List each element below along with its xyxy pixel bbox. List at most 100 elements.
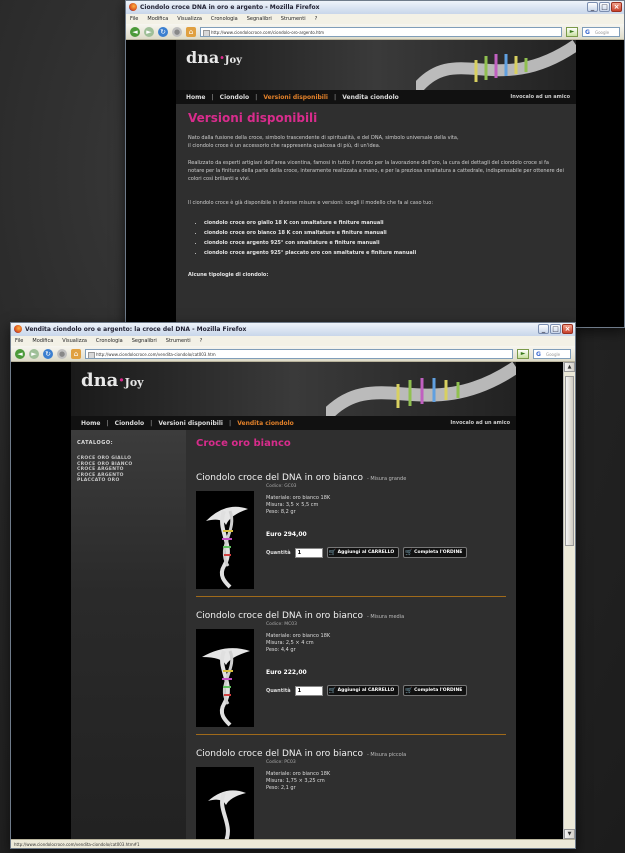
minimize-icon[interactable]: _ — [538, 324, 549, 334]
invite-friend-link[interactable]: Invocalo ad un amico — [510, 94, 570, 100]
product-weight: Peso: 4,4 gr — [266, 647, 296, 653]
product-card: Ciondolo croce del DNA in oro bianco - Mi… — [196, 749, 506, 839]
close-icon[interactable]: × — [562, 324, 573, 334]
home-icon[interactable]: ⌂ — [186, 26, 196, 37]
product-image[interactable] — [196, 491, 254, 589]
nav-ciondolo[interactable]: Ciondolo — [115, 420, 144, 427]
menu-visualizza[interactable]: Visualizza — [62, 336, 87, 346]
front-menubar: File Modifica Visualizza Cronologia Segn… — [11, 336, 575, 346]
window-controls: _ □ × — [538, 324, 573, 334]
back-navbar: ◄ ► ↻ ● ⌂ http://www.ciondolocroce.com/c… — [126, 24, 624, 40]
go-button[interactable]: ► — [566, 26, 578, 37]
product-image[interactable] — [196, 767, 254, 839]
forward-arrow-icon[interactable]: ► — [144, 26, 154, 37]
back-arrow-icon[interactable]: ◄ — [15, 348, 25, 359]
back-arrow-icon[interactable]: ◄ — [130, 26, 140, 37]
menu-file[interactable]: File — [15, 336, 23, 346]
nav-vendita[interactable]: Vendita ciondolo — [237, 420, 294, 427]
back-viewport: dna·Joy Home | Ciondolo | Versioni dispo… — [126, 40, 624, 327]
menu-help[interactable]: ? — [315, 14, 318, 24]
front-navbar: ◄ ► ↻ ● ⌂ http://www.ciondolocroce.com/v… — [11, 346, 575, 362]
invite-friend-link[interactable]: Invocalo ad un amico — [450, 420, 510, 426]
product-material: Materiale: oro bianco 18K — [266, 633, 331, 639]
front-site: dna·Joy Home | Ciondolo | Versioni dispo… — [71, 362, 516, 839]
product-details: Materiale: oro bianco 18K Misura: 3,5 × … — [266, 495, 330, 516]
front-site-header: dna·Joy — [71, 362, 516, 416]
product-material: Materiale: oro bianco 18K — [266, 495, 331, 501]
product-weight: Peso: 2,1 gr — [266, 785, 296, 791]
back-site-header: dna·Joy — [176, 40, 576, 90]
window-controls: _ □ × — [587, 2, 622, 12]
menu-modifica[interactable]: Modifica — [147, 14, 168, 24]
front-search-input[interactable]: Google — [533, 348, 571, 359]
product-column: Croce oro bianco Ciondolo croce del DNA … — [186, 430, 516, 839]
menu-strumenti[interactable]: Strumenti — [281, 14, 306, 24]
category-title: Croce oro bianco — [196, 438, 291, 449]
site-logo[interactable]: dna·Joy — [81, 370, 144, 391]
nav-vendita[interactable]: Vendita ciondolo — [342, 94, 399, 101]
back-site-nav: Home | Ciondolo | Versioni disponibili | Ve… — [176, 90, 576, 104]
reload-icon[interactable]: ↻ — [158, 26, 168, 37]
scroll-up-arrow-icon[interactable]: ▲ — [564, 362, 575, 372]
page-title: Versioni disponibili — [188, 111, 318, 125]
front-window-titlebar[interactable]: Vendita ciondolo oro e argento: la croce… — [11, 323, 575, 336]
back-content: Versioni disponibili Nato dalla fusione … — [176, 104, 576, 289]
add-to-cart-button[interactable]: Aggiungi al CARRELLO — [326, 685, 400, 696]
list-item: ciondolo croce oro giallo 18 K con smalt… — [204, 219, 564, 227]
vertical-scrollbar[interactable]: ▲ ▼ — [563, 362, 575, 839]
product-details: Materiale: oro bianco 18K Misura: 2,5 × … — [266, 633, 330, 654]
nav-ciondolo[interactable]: Ciondolo — [220, 94, 249, 101]
reload-icon[interactable]: ↻ — [43, 348, 53, 359]
nav-home[interactable]: Home — [81, 420, 100, 427]
menu-segnalibri[interactable]: Segnalibri — [132, 336, 157, 346]
site-logo[interactable]: dna·Joy — [186, 48, 242, 67]
menu-modifica[interactable]: Modifica — [32, 336, 53, 346]
product-material: Materiale: oro bianco 18K — [266, 771, 331, 777]
versions-paragraph: Il ciondolo croce è già disponibile in d… — [188, 200, 433, 206]
stop-icon[interactable]: ● — [172, 26, 182, 37]
quantity-input[interactable]: 1 — [294, 685, 323, 696]
catalog-item-placcato-oro[interactable]: PLACCATO ORO — [77, 478, 180, 484]
menu-cronologia[interactable]: Cronologia — [96, 336, 123, 346]
front-body: CATALOGO: CROCE ORO GIALLO CROCE ORO BIA… — [71, 430, 516, 839]
close-icon[interactable]: × — [611, 2, 622, 12]
home-icon[interactable]: ⌂ — [71, 348, 81, 359]
status-bar: http://www.ciondolocroce.com/vendita-cio… — [11, 839, 575, 848]
forward-arrow-icon[interactable]: ► — [29, 348, 39, 359]
front-browser-window[interactable]: Vendita ciondolo oro e argento: la croce… — [10, 322, 576, 849]
stop-icon[interactable]: ● — [57, 348, 67, 359]
go-button[interactable]: ► — [517, 348, 529, 359]
product-image[interactable] — [196, 629, 254, 727]
menu-visualizza[interactable]: Visualizza — [177, 14, 202, 24]
add-to-cart-button[interactable]: Aggiungi al CARRELLO — [326, 547, 400, 558]
complete-order-button[interactable]: Completa l'ORDINE — [403, 547, 468, 558]
product-title: Ciondolo croce del DNA in oro bianco - Mi… — [196, 749, 407, 759]
menu-strumenti[interactable]: Strumenti — [166, 336, 191, 346]
menu-help[interactable]: ? — [200, 336, 203, 346]
product-card: Ciondolo croce del DNA in oro bianco - Mi… — [196, 473, 506, 597]
nav-versioni[interactable]: Versioni disponibili — [158, 420, 223, 427]
back-window-titlebar[interactable]: Ciondolo croce DNA in oro e argento - Mo… — [126, 1, 624, 14]
maximize-icon[interactable]: □ — [599, 2, 610, 12]
maximize-icon[interactable]: □ — [550, 324, 561, 334]
list-item: ciondolo croce argento 925° placcato oro… — [204, 249, 564, 257]
product-divider — [196, 734, 506, 735]
back-search-input[interactable]: Google — [582, 26, 620, 37]
nav-versioni[interactable]: Versioni disponibili — [263, 94, 328, 101]
menu-cronologia[interactable]: Cronologia — [211, 14, 238, 24]
complete-order-button[interactable]: Completa l'ORDINE — [403, 685, 468, 696]
dna-cross-pendant-icon — [206, 506, 248, 589]
quantity-input[interactable]: 1 — [294, 547, 323, 558]
front-site-nav: Home | Ciondolo | Versioni disponibili | Ve… — [71, 416, 516, 430]
menu-segnalibri[interactable]: Segnalibri — [247, 14, 272, 24]
nav-home[interactable]: Home — [186, 94, 205, 101]
front-url-input[interactable]: http://www.ciondolocroce.com/vendita-cio… — [85, 348, 513, 359]
product-weight: Peso: 8,2 gr — [266, 509, 296, 515]
types-subheading: Alcune tipologie di ciondolo: — [188, 272, 269, 278]
menu-file[interactable]: File — [130, 14, 138, 24]
back-url-input[interactable]: http://www.ciondolocroce.com/ciondolo-or… — [200, 26, 562, 37]
scrollbar-thumb[interactable] — [565, 376, 574, 546]
minimize-icon[interactable]: _ — [587, 2, 598, 12]
scroll-down-arrow-icon[interactable]: ▼ — [564, 829, 575, 839]
back-browser-window[interactable]: Ciondolo croce DNA in oro e argento - Mo… — [125, 0, 625, 328]
